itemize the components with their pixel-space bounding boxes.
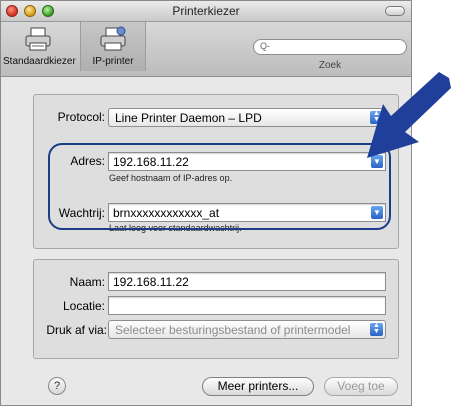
toolbar: Standaardkiezer IP-printer Q- Zoek	[1, 22, 411, 77]
search-input[interactable]: Q-	[253, 39, 407, 55]
location-field[interactable]	[108, 296, 386, 315]
tab-ip-printer[interactable]: IP-printer	[80, 22, 146, 71]
name-field[interactable]: 192.168.11.22	[108, 272, 386, 291]
protocol-value: Line Printer Daemon – LPD	[115, 111, 262, 125]
print-via-value: Selecteer besturingsbestand of printermo…	[115, 323, 351, 337]
tab-ip-label: IP-printer	[92, 56, 134, 67]
name-label: Naam:	[69, 275, 105, 289]
printer-icon	[25, 27, 51, 51]
search-label: Zoek	[318, 60, 342, 71]
protocol-label: Protocol:	[57, 110, 105, 124]
chevron-updown-icon: ▲ ▼	[370, 322, 383, 336]
print-via-select[interactable]: Selecteer besturingsbestand of printermo…	[108, 320, 386, 339]
print-via-label: Druk af via:	[46, 323, 107, 337]
tab-standard-label: Standaardkiezer	[3, 56, 76, 67]
name-value: 192.168.11.22	[113, 275, 189, 289]
add-button[interactable]: Voeg toe	[324, 377, 398, 396]
highlight-ring	[48, 143, 391, 230]
tab-standard-browser[interactable]: Standaardkiezer	[3, 26, 76, 67]
search-icon: Q-	[260, 41, 270, 51]
title-bar: Printerkiezer	[1, 1, 411, 22]
window-title: Printerkiezer	[172, 4, 240, 18]
toolbar-toggle-button[interactable]	[385, 6, 405, 16]
pointer-arrow-icon	[367, 72, 451, 158]
location-label: Locatie:	[62, 299, 105, 313]
network-printer-icon	[100, 26, 126, 51]
protocol-select[interactable]: Line Printer Daemon – LPD ▲ ▼	[108, 108, 386, 127]
printer-browser-window: Printerkiezer Standaardkiezer IP-printer…	[0, 0, 412, 406]
more-printers-button[interactable]: Meer printers...	[202, 377, 314, 396]
help-button[interactable]: ?	[48, 377, 66, 395]
